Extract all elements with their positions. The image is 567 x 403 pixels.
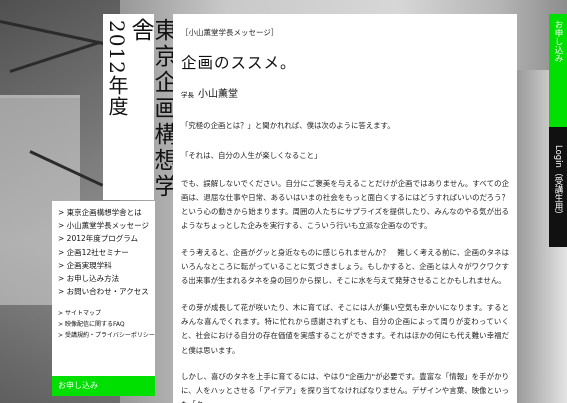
sub-nav-list: サイトマップ 映像配信に関するFAQ 受講規約・プライバシーポリシー <box>52 308 155 341</box>
message-paragraph: でも、誤解しないでください。自分にご褒美を与えることだけが企画ではありません。す… <box>181 178 509 231</box>
author-line: 学長 小山薫堂 <box>181 85 509 100</box>
nav-item-terms[interactable]: 受講規約・プライバシーポリシー <box>52 330 155 341</box>
message-paragraph: その芽が成長して花が咲いたり、木に育てば、そこには人が集い空気も幸かいになります… <box>181 302 509 355</box>
nav-item-course[interactable]: 企画実現学科 <box>52 259 155 272</box>
nav-item-seminar[interactable]: 企画12社セミナー <box>52 246 155 259</box>
author-role: 学長 <box>181 91 194 99</box>
nav-item-program[interactable]: 2012年度プログラム <box>52 232 155 245</box>
nav-item-faq[interactable]: 映像配信に関するFAQ <box>52 319 155 330</box>
main-nav-list: 東京企画構想学舎とは 小山薫堂学長メッセージ 2012年度プログラム 企画12社… <box>52 206 155 298</box>
side-login-button[interactable]: Login（受講生用） <box>549 127 567 247</box>
main-content: ［小山薫堂学長メッセージ］ 企画のススメ。 学長 小山薫堂 「究極の企画とは？」と… <box>173 14 517 403</box>
side-apply-button[interactable]: お申し込み <box>549 14 567 127</box>
breadcrumb: ［小山薫堂学長メッセージ］ <box>181 28 279 37</box>
message-paragraph: そう考えると、企画がグッと身近なものに感じられませんか？ 難しく考える前に、企画… <box>181 247 509 286</box>
side-login-label: Login（受講生用） <box>553 145 563 219</box>
nav-item-how-to-apply[interactable]: お申し込み方法 <box>52 272 155 285</box>
site-title-name: 東京企画構想学舎 <box>127 18 176 200</box>
author-name: 小山薫堂 <box>198 89 238 100</box>
apply-button[interactable]: お申し込み <box>52 376 155 396</box>
nav-item-contact[interactable]: お問い合わせ・アクセス <box>52 285 155 298</box>
side-apply-label: お申し込み <box>553 20 563 63</box>
nav-item-sitemap[interactable]: サイトマップ <box>52 308 155 319</box>
page-title: 企画のススメ。 <box>181 54 297 72</box>
message-paragraph: しかし、喜びのタネを上手に育てるには、やはり"企画力"が必要です。豊富な「情報」… <box>181 371 509 403</box>
message-paragraph: 「それは、自分の人生が楽しくなること」 <box>181 151 322 161</box>
nav-item-message[interactable]: 小山薫堂学長メッセージ <box>52 219 155 232</box>
message-paragraph: 「究極の企画とは？」と聞かれれば、僕は次のように答えます。 <box>181 121 395 130</box>
site-title-year: 2012年度 <box>105 20 129 117</box>
sidebar-nav: 東京企画構想学舎とは 小山薫堂学長メッセージ 2012年度プログラム 企画12社… <box>52 201 155 389</box>
site-title[interactable]: 東京企画構想学舎 2012年度 <box>103 14 176 200</box>
nav-item-about[interactable]: 東京企画構想学舎とは <box>52 206 155 219</box>
